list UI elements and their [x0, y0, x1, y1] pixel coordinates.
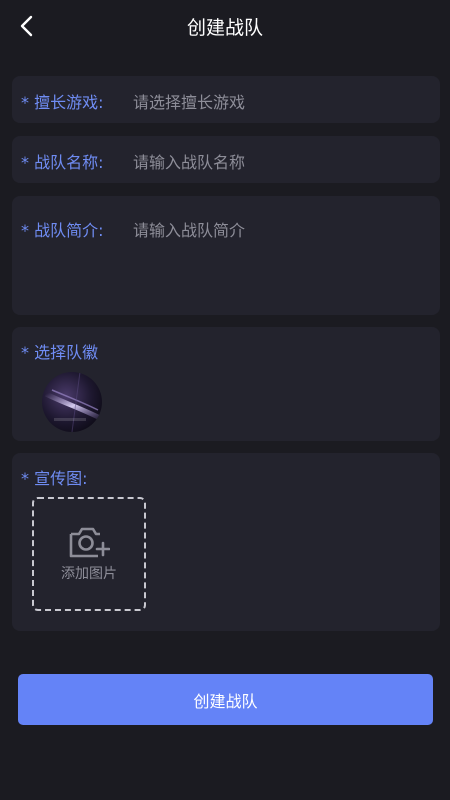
- team-intro-label: * 战队简介:: [21, 221, 104, 240]
- badge-section: * 选择队徽: [12, 327, 440, 441]
- top-bar: 创建战队: [0, 0, 450, 52]
- game-select[interactable]: 请选择擅长游戏: [133, 89, 245, 113]
- team-name-input[interactable]: 请输入战队名称: [133, 149, 245, 173]
- poster-label: * 宣传图:: [21, 469, 88, 488]
- team-intro-row: * 战队简介: 请输入战队简介: [12, 196, 440, 315]
- team-name-label: * 战队名称:: [21, 153, 104, 172]
- team-intro-textarea[interactable]: 请输入战队简介: [133, 217, 245, 241]
- add-image-label: 添加图片: [61, 566, 117, 582]
- game-label: * 擅长游戏:: [21, 93, 104, 112]
- camera-add-icon: [69, 527, 110, 558]
- team-badge-image[interactable]: [42, 372, 102, 432]
- badge-label: * 选择队徽: [21, 343, 99, 362]
- poster-section: * 宣传图: 添加图片: [12, 453, 440, 631]
- team-name-row: * 战队名称: 请输入战队名称: [12, 136, 440, 183]
- game-select-row[interactable]: * 擅长游戏: 请选择擅长游戏: [12, 76, 440, 123]
- page-title: 创建战队: [186, 17, 263, 39]
- add-image-button[interactable]: 添加图片: [32, 497, 146, 611]
- badge-artwork: [42, 372, 102, 432]
- create-team-button[interactable]: 创建战队: [18, 674, 433, 725]
